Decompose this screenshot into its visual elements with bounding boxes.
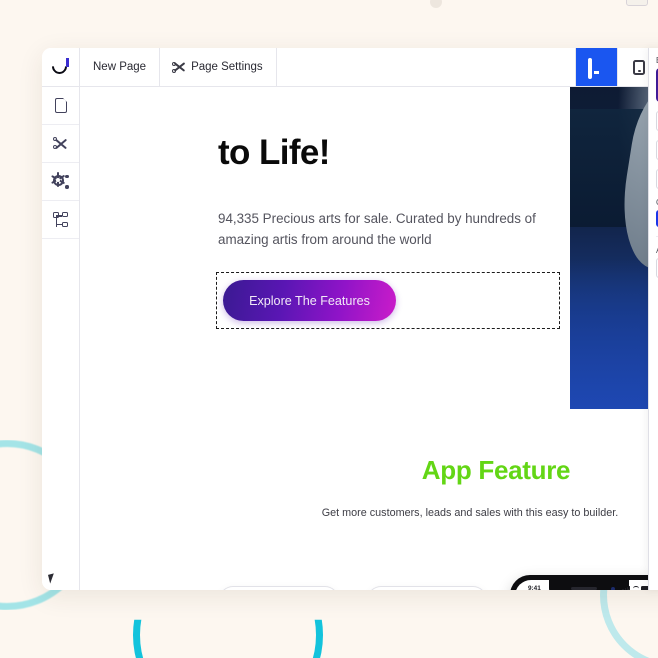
explore-the-features-button[interactable]: Explore The Features xyxy=(223,280,396,321)
features-subtitle-line1: Get more customers, leads and sales with… xyxy=(321,507,581,519)
hero-image[interactable] xyxy=(570,87,658,409)
photo-floor-shape xyxy=(570,259,658,409)
phone-mockup-1[interactable]: 9:41 xyxy=(220,587,338,590)
phone-mockup-3[interactable]: 9:41 Wallet xyxy=(510,575,658,590)
decorative-chip-top-right xyxy=(626,0,648,6)
hero-title[interactable]: to Life! xyxy=(218,134,578,172)
hero-section: to Life! 94,335 Precious arts for sale. … xyxy=(80,87,658,457)
tablet-icon xyxy=(632,59,645,75)
top-toolbar: New Page Page Settings xyxy=(42,48,658,87)
sidebar-item-settings[interactable] xyxy=(42,163,79,201)
hero-subtitle[interactable]: 94,335 Precious arts for sale. Curated b… xyxy=(218,208,556,251)
left-sidebar xyxy=(42,87,80,590)
phone-statusbar: 9:41 xyxy=(515,580,658,590)
phone-statusbar: 9:41 xyxy=(220,587,338,590)
scissors-icon xyxy=(53,136,68,151)
cta-selection-box[interactable]: Explore The Features xyxy=(216,272,560,329)
signal-icon xyxy=(622,586,631,590)
features-section: App Feature Get more customers, leads an… xyxy=(80,455,658,523)
sidebar-item-cut[interactable] xyxy=(42,125,79,163)
phone-statusbar: 9:41 xyxy=(368,587,486,590)
features-subtitle-line2: builder. xyxy=(583,507,619,519)
new-page-label: New Page xyxy=(93,61,147,73)
document-icon xyxy=(54,97,68,113)
app-logo-button[interactable] xyxy=(42,48,80,86)
blocks-icon xyxy=(53,212,68,227)
wifi-icon xyxy=(632,586,639,590)
phone-screen: 9:41 Wallet xyxy=(515,580,658,590)
phone-mockups-row: 9:41 9:41 xyxy=(80,575,658,590)
phone-mockup-2[interactable]: 9:41 xyxy=(368,587,486,590)
desktop-icon xyxy=(588,57,605,79)
window-body: to Life! 94,335 Precious arts for sale. … xyxy=(42,87,658,590)
device-preview-group xyxy=(576,48,658,86)
toolbar-spacer xyxy=(277,48,576,86)
page-canvas[interactable]: to Life! 94,335 Precious arts for sale. … xyxy=(80,87,658,590)
page-settings-label: Page Settings xyxy=(191,61,263,73)
features-subtitle[interactable]: Get more customers, leads and sales with… xyxy=(290,504,650,523)
right-inspector-panel: Background Color Apply xyxy=(648,48,658,590)
sidebar-item-structure[interactable] xyxy=(42,201,79,239)
device-desktop-button[interactable] xyxy=(576,48,618,86)
cloud-rebuild-logo-icon xyxy=(48,55,71,77)
hero-copy: to Life! 94,335 Precious arts for sale. … xyxy=(218,134,578,251)
app-window: New Page Page Settings to Life! 94,335 P… xyxy=(42,48,658,590)
features-title[interactable]: App Feature xyxy=(290,455,658,486)
scissors-icon xyxy=(172,61,186,74)
mouse-cursor xyxy=(48,573,56,584)
gear-icon xyxy=(50,172,69,190)
new-page-button[interactable]: New Page xyxy=(80,48,161,86)
sidebar-item-pages[interactable] xyxy=(42,87,79,125)
phone-time: 9:41 xyxy=(528,585,541,590)
decorative-dot-top xyxy=(430,0,442,8)
phone-status-icons xyxy=(622,586,652,590)
page-settings-button[interactable]: Page Settings xyxy=(160,48,277,86)
